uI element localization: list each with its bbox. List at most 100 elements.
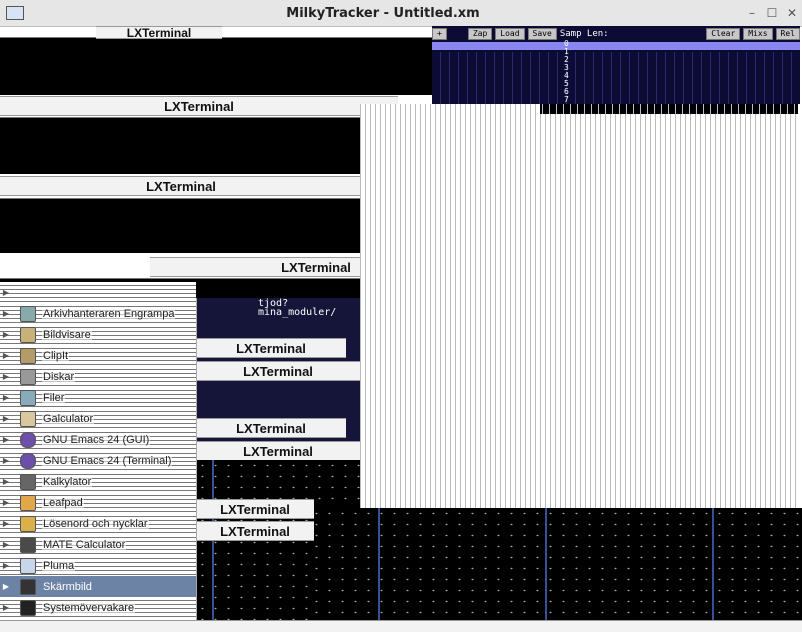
menu-item-clipit[interactable]: ▶ ClipIt	[0, 345, 196, 366]
bottom-edge	[0, 620, 802, 632]
terminal-titlebar[interactable]: LXTerminal	[196, 361, 360, 381]
applications-menu: ▶ ▶ Arkivhanteraren Engrampa ▶ Bildvisar…	[0, 282, 197, 620]
clear-button[interactable]: Clear	[706, 28, 741, 40]
milkytracker-panel: + Zap Load Save Samp Len: Clear Mixs Rel…	[432, 26, 800, 104]
terminal-titlebar[interactable]: LXTerminal	[96, 26, 222, 40]
emacs-icon	[20, 452, 36, 469]
channel-divider	[712, 508, 714, 620]
menu-item-label: Arkivhanteraren Engrampa	[42, 307, 176, 320]
window-menu-icon[interactable]	[6, 6, 24, 20]
terminal-titlebar[interactable]: LXTerminal	[196, 338, 346, 358]
terminal-titlebar[interactable]: LXTerminal	[0, 96, 398, 116]
load-button[interactable]: Load	[495, 28, 525, 40]
menu-item-label: GNU Emacs 24 (GUI)	[42, 433, 151, 446]
menu-item-label: Kalkylator	[42, 475, 93, 488]
menu-item-label: Pluma	[42, 559, 76, 572]
menu-item-leafpad[interactable]: ▶ Leafpad	[0, 492, 196, 513]
window-titlebar[interactable]: MilkyTracker - Untitled.xm – ☐ ✕	[0, 0, 802, 27]
disk-icon	[20, 368, 36, 385]
submenu-arrow-icon: ▶	[2, 477, 10, 486]
add-button[interactable]: +	[432, 28, 447, 40]
terminal-window-body	[0, 198, 362, 253]
calculator-icon	[20, 536, 36, 553]
submenu-arrow-icon: ▶	[2, 351, 10, 360]
clipboard-icon	[20, 347, 36, 364]
menu-item-diskar[interactable]: ▶ Diskar	[0, 366, 196, 387]
submenu-arrow-icon: ▶	[2, 498, 10, 507]
menu-item[interactable]: ▶	[0, 282, 196, 303]
submenu-arrow-icon: ▶	[2, 519, 10, 528]
menu-item-emacs-gui[interactable]: ▶ GNU Emacs 24 (GUI)	[0, 429, 196, 450]
menu-item-label: Galculator	[42, 412, 95, 425]
close-icon[interactable]: ✕	[782, 6, 802, 20]
menu-item-kalkylator[interactable]: ▶ Kalkylator	[0, 471, 196, 492]
submenu-arrow-icon: ▶	[2, 309, 10, 318]
menu-item-label: Systemövervakare	[42, 601, 136, 614]
zap-button[interactable]: Zap	[467, 28, 493, 40]
menu-item-label: Skärmbild	[43, 580, 92, 593]
menu-item-emacs-terminal[interactable]: ▶ GNU Emacs 24 (Terminal)	[0, 450, 196, 471]
text-editor-icon	[20, 494, 36, 511]
submenu-arrow-icon: ▶	[2, 540, 10, 549]
submenu-arrow-icon: ▶	[2, 330, 10, 339]
menu-item-label: MATE Calculator	[42, 538, 127, 551]
screenshot-icon	[20, 578, 36, 595]
sample-length-label: Samp Len:	[559, 29, 609, 39]
menu-item-engrampa[interactable]: ▶ Arkivhanteraren Engrampa	[0, 303, 196, 324]
milkytracker-toolbar: + Zap Load Save Samp Len: Clear Mixs Rel	[432, 28, 800, 40]
menu-item-label: Bildvisare	[42, 328, 92, 341]
window-title: MilkyTracker - Untitled.xm	[286, 5, 480, 21]
sample-list[interactable]	[432, 52, 800, 104]
terminal-window-body	[0, 117, 362, 174]
menu-item-label: Filer	[42, 391, 66, 404]
instrument-highlight[interactable]	[432, 42, 800, 50]
terminal-window-body	[0, 37, 432, 95]
submenu-arrow-icon: ▶	[2, 456, 10, 465]
image-viewer-icon	[20, 326, 36, 343]
archive-icon	[20, 305, 36, 322]
calculator-icon	[20, 410, 36, 427]
menu-item-label: GNU Emacs 24 (Terminal)	[42, 454, 173, 467]
terminal-titlebar[interactable]: LXTerminal	[0, 176, 362, 196]
window-cascade	[360, 104, 798, 509]
minimize-icon[interactable]: –	[742, 6, 762, 20]
save-button[interactable]: Save	[527, 28, 557, 40]
rel-button[interactable]: Rel	[775, 28, 800, 40]
emacs-icon	[20, 431, 36, 448]
terminal-titlebar[interactable]: LXTerminal	[196, 418, 346, 438]
submenu-arrow-icon: ▶	[2, 603, 10, 612]
menu-item-filer[interactable]: ▶ Filer	[0, 387, 196, 408]
channel-divider	[545, 508, 547, 620]
menu-item-mate-calculator[interactable]: ▶ MATE Calculator	[0, 534, 196, 555]
menu-item-skarmbild[interactable]: ▶ Skärmbild	[0, 576, 196, 597]
menu-item-losenord[interactable]: ▶ Lösenord och nycklar	[0, 513, 196, 534]
submenu-arrow-icon: ▶	[2, 561, 10, 570]
submenu-arrow-icon: ▶	[2, 372, 10, 381]
terminal-titlebar[interactable]: LXTerminal	[196, 441, 360, 461]
submenu-arrow-icon: ▶	[2, 582, 10, 591]
menu-item-pluma[interactable]: ▶ Pluma	[0, 555, 196, 576]
menu-item-label: ClipIt	[42, 349, 70, 362]
submenu-arrow-icon: ▶	[2, 414, 10, 423]
submenu-arrow-icon: ▶	[2, 288, 10, 297]
submenu-arrow-icon: ▶	[2, 393, 10, 402]
submenu-arrow-icon: ▶	[2, 435, 10, 444]
terminal-titlebar[interactable]: LXTerminal	[196, 499, 314, 519]
menu-item-systemovervakare[interactable]: ▶ Systemövervakare	[0, 597, 196, 618]
file-manager-icon	[20, 389, 36, 406]
maximize-icon[interactable]: ☐	[762, 6, 782, 20]
menu-item-galculator[interactable]: ▶ Galculator	[0, 408, 196, 429]
menu-item-bildvisare[interactable]: ▶ Bildvisare	[0, 324, 196, 345]
sample-index-digits: 01234567	[564, 39, 569, 104]
calculator-icon	[20, 473, 36, 490]
terminal-titlebar[interactable]: LXTerminal	[196, 521, 314, 541]
keys-icon	[20, 515, 36, 532]
window-cascade-dark	[540, 104, 798, 114]
menu-item-label: Leafpad	[42, 496, 84, 509]
channel-divider	[378, 508, 380, 620]
pattern-editor[interactable]	[310, 508, 802, 620]
text-editor-icon	[20, 557, 36, 574]
menu-item-label: Lösenord och nycklar	[42, 517, 149, 530]
mixs-button[interactable]: Mixs	[743, 28, 773, 40]
menu-item-label: Diskar	[42, 370, 76, 383]
